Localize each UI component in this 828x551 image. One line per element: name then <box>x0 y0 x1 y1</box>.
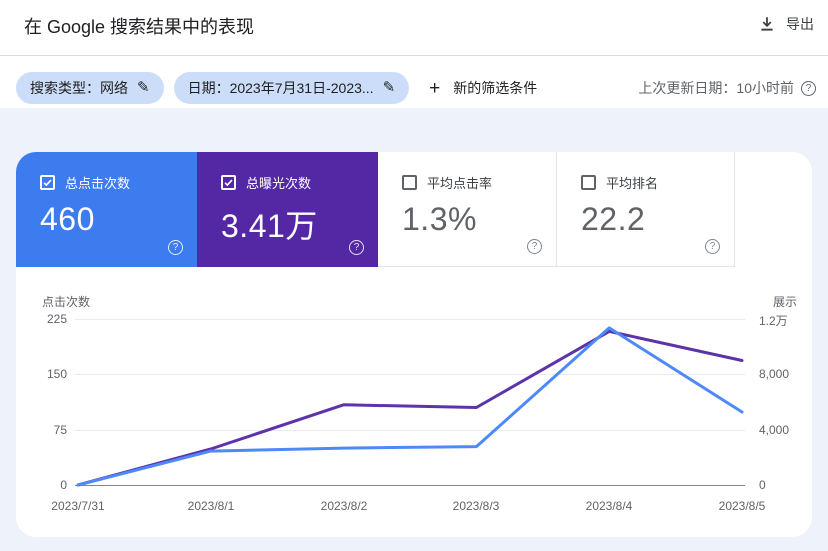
help-icon[interactable]: ? <box>168 240 183 255</box>
x-axis-label: 2023/8/4 <box>585 499 633 513</box>
add-filter-label: 新的筛选条件 <box>453 80 538 96</box>
average-ctr-card[interactable]: 平均点击率 1.3% ? <box>378 152 557 267</box>
x-axis-label: 2023/8/1 <box>187 499 235 513</box>
help-icon[interactable]: ? <box>705 239 720 254</box>
gridline <box>75 374 745 375</box>
card-label: 平均点击率 <box>427 176 493 191</box>
date-range-chip[interactable]: 日期：2023年7月31日-2023... ✎ <box>173 72 410 104</box>
performance-panel: 总点击次数 460 ? 总曝光次数 3.41万 ? 平均点击率 1.3% ? 平… <box>16 152 812 537</box>
export-label: 导出 <box>786 16 814 32</box>
date-range-chip-label: 日期：2023年7月31日-2023... <box>187 80 374 96</box>
left-axis-tick: 75 <box>53 423 67 437</box>
edit-pencil-icon: ✎ <box>137 79 150 96</box>
right-axis-tick: 8,000 <box>759 367 790 381</box>
total-impressions-card[interactable]: 总曝光次数 3.41万 ? <box>197 152 378 267</box>
card-label: 平均排名 <box>606 176 659 191</box>
search-type-chip[interactable]: 搜索类型：网络 ✎ <box>16 72 164 104</box>
export-button[interactable]: 导出 <box>758 11 814 37</box>
plus-icon: + <box>429 77 441 99</box>
checkbox-unchecked-icon[interactable] <box>581 175 596 190</box>
left-axis-title: 点击次数 <box>42 295 91 309</box>
right-axis-tick: 1.2万 <box>759 314 788 328</box>
total-clicks-card[interactable]: 总点击次数 460 ? <box>16 152 197 267</box>
x-axis-label: 2023/8/5 <box>718 499 766 513</box>
last-updated: 上次更新日期：10小时前 ? <box>638 78 816 98</box>
average-position-card[interactable]: 平均排名 22.2 ? <box>557 152 735 267</box>
checkbox-unchecked-icon[interactable] <box>402 175 417 190</box>
card-label: 总曝光次数 <box>246 176 312 191</box>
card-value: 1.3% <box>402 201 477 237</box>
series-line-点击次数 <box>76 326 744 487</box>
x-axis-line <box>75 485 745 486</box>
left-axis-tick: 0 <box>60 478 67 492</box>
left-axis-tick: 225 <box>46 312 67 326</box>
help-icon[interactable]: ? <box>801 80 816 96</box>
gridline <box>75 430 745 431</box>
x-axis-label: 2023/8/3 <box>452 499 500 513</box>
card-value: 460 <box>40 201 95 237</box>
page-title: 在 Google 搜索结果中的表现 <box>24 17 255 37</box>
series-line-展示 <box>76 329 744 487</box>
help-icon[interactable]: ? <box>349 240 364 255</box>
x-axis-label: 2023/7/31 <box>51 499 105 513</box>
filter-bar: 搜索类型：网络 ✎ 日期：2023年7月31日-2023... ✎ + 新的筛选… <box>16 72 816 104</box>
help-icon[interactable]: ? <box>527 239 542 254</box>
search-type-chip-label: 搜索类型：网络 <box>30 80 128 96</box>
right-axis-tick: 0 <box>759 478 766 492</box>
header: 在 Google 搜索结果中的表现 导出 搜索类型：网络 ✎ 日期：2023年7… <box>0 0 828 108</box>
card-label: 总点击次数 <box>65 176 131 191</box>
x-axis-label: 2023/8/2 <box>320 499 368 513</box>
header-divider <box>0 55 828 56</box>
left-axis-tick: 150 <box>46 367 67 381</box>
last-updated-text: 上次更新日期：10小时前 <box>638 80 794 96</box>
card-value: 22.2 <box>581 201 646 237</box>
checkbox-checked-icon[interactable] <box>40 175 55 190</box>
metric-cards-row: 总点击次数 460 ? 总曝光次数 3.41万 ? 平均点击率 1.3% ? 平… <box>16 152 812 267</box>
right-axis-tick: 4,000 <box>759 423 790 437</box>
edit-pencil-icon: ✎ <box>382 79 396 96</box>
right-axis-title: 展示 <box>772 295 797 309</box>
download-icon <box>758 15 776 33</box>
cards-row-filler <box>735 152 812 267</box>
add-filter-button[interactable]: + 新的筛选条件 <box>429 78 537 98</box>
checkbox-checked-icon[interactable] <box>221 175 236 190</box>
gridline <box>75 319 745 320</box>
